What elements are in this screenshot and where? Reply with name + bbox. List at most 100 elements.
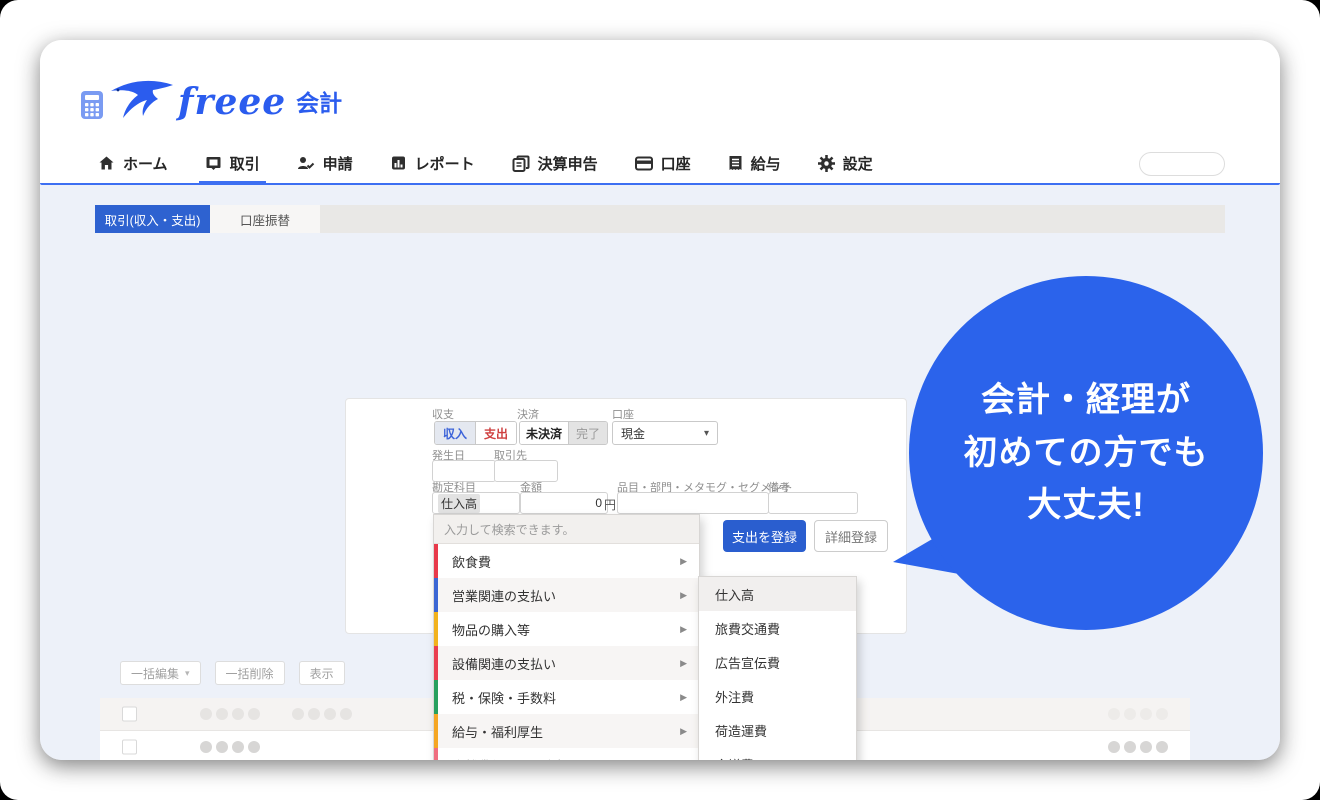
menu-item-payroll[interactable]: 給与・福利厚生 ▶ (434, 714, 699, 748)
detail-register-button[interactable]: 詳細登録 (814, 520, 888, 552)
menu-item-label: 金銭貸借・一時支払 (452, 756, 569, 761)
category-color-bar (434, 748, 438, 760)
submenu-arrow-icon: ▶ (680, 658, 687, 669)
account-select[interactable]: 現金 ▾ (612, 421, 718, 445)
nav-item-reports[interactable]: レポート (390, 143, 475, 183)
ledger-icon (728, 155, 743, 171)
amount-value: 0 (595, 496, 602, 510)
income-expense-toggle: 収入 支出 (434, 421, 517, 445)
placeholder-dots (200, 741, 260, 753)
nav-search-input[interactable] (1139, 152, 1225, 176)
submenu-arrow-icon: ▶ (680, 726, 687, 737)
nav-item-settings[interactable]: 設定 (818, 143, 873, 183)
chevron-down-icon: ▾ (185, 668, 190, 679)
menu-item-label: 飲食費 (452, 552, 491, 571)
category-color-bar (434, 578, 438, 612)
person-check-icon (297, 155, 315, 171)
menu-item-label: 税・保険・手数料 (452, 688, 556, 707)
submenu-arrow-icon: ▶ (680, 590, 687, 601)
memo-input[interactable] (768, 492, 858, 514)
settlement-toggle: 未決済 完了 (519, 421, 608, 445)
display-button[interactable]: 表示 (299, 661, 345, 685)
chevron-down-icon: ▾ (704, 428, 709, 439)
menu-item-food[interactable]: 飲食費 ▶ (434, 544, 699, 578)
placeholder-dots (1108, 708, 1168, 720)
gear-icon (818, 155, 835, 172)
submenu-arrow-icon: ▶ (680, 556, 687, 567)
bulk-delete-button[interactable]: 一括削除 (215, 661, 285, 685)
bulk-edit-label: 一括編集 (131, 665, 179, 682)
menu-item-loans[interactable]: 金銭貸借・一時支払 ▶ (434, 748, 699, 760)
nav-label: 決算申告 (538, 153, 598, 174)
dropdown-search-input[interactable]: 入力して検索できます。 (434, 515, 699, 544)
placeholder-dots (200, 708, 260, 720)
register-expense-button[interactable]: 支出を登録 (723, 520, 806, 552)
settlement-label: 決済 (517, 406, 539, 422)
account-item-submenu: 仕入高 旅費交通費 広告宣伝費 外注費 荷造運費 会議費 交際費 (698, 576, 857, 760)
home-icon (98, 155, 115, 171)
nav-item-requests[interactable]: 申請 (297, 143, 353, 183)
submenu-arrow-icon: ▶ (680, 760, 687, 761)
app-window: freee 会計 ホーム 取引 申請 レポート (40, 40, 1280, 760)
income-option[interactable]: 収入 (435, 422, 475, 444)
bubble-text-line: 会計・経理が (981, 374, 1191, 427)
amount-input[interactable]: 0 (520, 492, 608, 514)
category-color-bar (434, 544, 438, 578)
menu-item-tax[interactable]: 税・保険・手数料 ▶ (434, 680, 699, 714)
expense-option[interactable]: 支出 (475, 422, 516, 444)
account-label: 口座 (612, 406, 634, 422)
freee-logo: freee 会計 (80, 78, 342, 120)
placeholder-dots (292, 708, 352, 720)
row-checkbox[interactable] (122, 740, 137, 755)
submenu-item-travel[interactable]: 旅費交通費 (699, 611, 856, 645)
category-color-bar (434, 612, 438, 646)
tab-strip: 取引(収入・支出) 口座振替 (95, 205, 1225, 233)
placeholder-dots (1108, 741, 1168, 753)
tab-account-transfer[interactable]: 口座振替 (210, 205, 320, 233)
menu-item-label: 営業関連の支払い (452, 586, 556, 605)
submenu-arrow-icon: ▶ (680, 692, 687, 703)
income-expense-label: 収支 (432, 406, 454, 422)
submenu-item-meetings[interactable]: 会議費 (699, 747, 856, 760)
account-item-input[interactable]: 仕入高 (432, 492, 520, 514)
settled-option[interactable]: 完了 (568, 422, 607, 444)
page-background: freee 会計 ホーム 取引 申請 レポート (0, 0, 1320, 800)
category-color-bar (434, 680, 438, 714)
menu-item-label: 給与・福利厚生 (452, 722, 543, 741)
bubble-text-line: 大丈夫! (1027, 479, 1144, 532)
unsettled-option[interactable]: 未決済 (520, 422, 568, 444)
nav-item-transactions[interactable]: 取引 (205, 143, 260, 183)
calculator-icon (80, 88, 106, 120)
card-icon (635, 156, 653, 171)
menu-item-sales[interactable]: 営業関連の支払い ▶ (434, 578, 699, 612)
speech-bubble: 会計・経理が 初めての方でも 大丈夫! (909, 276, 1263, 630)
submenu-item-advertising[interactable]: 広告宣伝費 (699, 645, 856, 679)
menu-item-goods[interactable]: 物品の購入等▶ (434, 612, 699, 646)
documents-icon (512, 155, 530, 172)
transactions-icon (205, 155, 222, 171)
nav-label: 給与 (751, 153, 781, 174)
nav-item-tax-filing[interactable]: 決算申告 (512, 143, 598, 183)
tags-input[interactable] (617, 492, 769, 514)
account-item-value: 仕入高 (438, 494, 480, 513)
brand-name: freee (178, 84, 286, 120)
amount-unit: 円 (604, 496, 616, 513)
bulk-edit-button[interactable]: 一括編集 ▾ (120, 661, 201, 685)
menu-item-equipment[interactable]: 設備関連の支払い ▶ (434, 646, 699, 680)
menu-item-label: 物品の購入等 (452, 620, 530, 639)
nav-item-home[interactable]: ホーム (98, 143, 168, 183)
bubble-text-line: 初めての方でも (964, 427, 1209, 480)
tab-transactions[interactable]: 取引(収入・支出) (95, 205, 210, 233)
submenu-item-shipping[interactable]: 荷造運費 (699, 713, 856, 747)
submenu-item-purchases[interactable]: 仕入高 (699, 577, 856, 611)
nav-label: ホーム (123, 153, 168, 174)
category-color-bar (434, 646, 438, 680)
category-color-bar (434, 714, 438, 748)
menu-item-label: 設備関連の支払い (452, 654, 556, 673)
nav-item-accounts[interactable]: 口座 (635, 143, 691, 183)
nav-item-payroll[interactable]: 給与 (728, 143, 781, 183)
bar-chart-icon (390, 155, 407, 171)
select-all-checkbox[interactable] (122, 707, 137, 722)
account-item-dropdown: 入力して検索できます。 飲食費▶ 営業関連の支払い▶ 物品の購入等▶ 設備関連の… (433, 514, 700, 760)
submenu-item-outsourcing[interactable]: 外注費 (699, 679, 856, 713)
